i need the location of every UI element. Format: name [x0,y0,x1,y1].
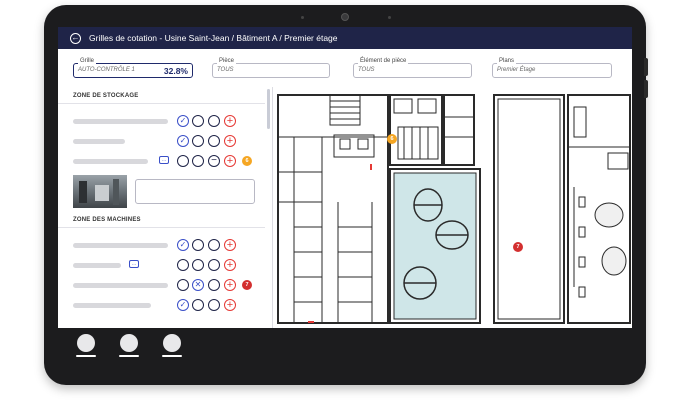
check-option-icon[interactable]: ✓ [177,115,189,127]
sensor-dot [388,16,391,19]
empty-option[interactable] [177,279,189,291]
piece-select[interactable]: Pièce TOUS [212,58,330,78]
empty-option[interactable] [208,115,220,127]
grille-label: Grille [78,58,97,64]
comment-icon[interactable]: … [159,156,169,164]
add-plus-icon[interactable]: + [224,239,236,251]
panel-divider [272,87,273,328]
bottom-navigation-bar [58,328,632,364]
criteria-label-placeholder [73,303,151,308]
add-plus-icon[interactable]: + [224,299,236,311]
section-header: ZONE DE STOCKAGE [58,90,265,104]
add-plus-icon[interactable]: + [224,279,236,291]
criteria-row: ✓ + [58,295,265,315]
header-bar: ← Grilles de cotation - Usine Saint-Jean… [58,27,632,49]
add-plus-icon[interactable]: + [224,155,236,167]
empty-option[interactable] [208,279,220,291]
criteria-row: ✓ + [58,131,265,151]
nav-indicator [119,355,139,357]
filter-bar: Grille AUTO-CONTRÔLE 1 32.8% Pièce TOUS … [58,49,632,85]
criteria-row: … − + 6 [58,151,265,171]
criteria-label-placeholder [73,159,148,164]
section-title: ZONE DES MACHINES [73,217,141,223]
empty-option[interactable] [177,259,189,271]
empty-option[interactable] [208,299,220,311]
criteria-row: ✓ + [58,235,265,255]
back-arrow-icon[interactable]: ← [70,32,81,44]
grille-score: 32.8% [163,66,188,76]
floor-plan-view[interactable]: 6 7 [274,87,632,328]
grille-value: AUTO-CONTRÔLE 1 [78,67,135,73]
volume-up-button [644,58,648,76]
comment-textarea[interactable] [135,179,255,204]
sensor-dot [301,16,304,19]
criteria-row: … + [58,255,265,275]
add-plus-icon[interactable]: + [224,259,236,271]
front-camera [341,13,349,21]
plan-marker-red[interactable]: 7 [513,242,523,252]
page-title: Grilles de cotation - Usine Saint-Jean /… [89,33,338,43]
empty-option[interactable] [192,239,204,251]
cross-option-icon[interactable]: ✕ [192,279,204,291]
check-option-icon[interactable]: ✓ [177,135,189,147]
plan-marker-orange[interactable]: 6 [387,134,397,144]
plans-label: Plans [497,58,517,64]
volume-down-button [644,80,648,98]
criteria-row: ✓ + [58,111,265,131]
nav-indicator [76,355,96,357]
grille-select[interactable]: Grille AUTO-CONTRÔLE 1 32.8% [73,58,193,78]
minus-option-icon[interactable]: − [208,155,220,167]
element-value: TOUS [358,67,375,73]
photo-count-badge[interactable]: 6 [242,156,252,166]
add-plus-icon[interactable]: + [224,115,236,127]
criteria-label-placeholder [73,243,168,248]
empty-option[interactable] [192,115,204,127]
add-plus-icon[interactable]: + [224,135,236,147]
criteria-panel: ZONE DE STOCKAGE ✓ + ✓ + … − + 6 ZONE DE… [58,87,265,328]
plans-select[interactable]: Plans Premier Étage [492,58,612,78]
empty-option[interactable] [208,239,220,251]
element-select[interactable]: Élément de pièce TOUS [353,58,472,78]
check-option-icon[interactable]: ✓ [177,239,189,251]
plans-value: Premier Étage [497,67,536,73]
piece-label: Pièce [217,58,237,64]
nav-button-1[interactable] [77,334,95,352]
criteria-label-placeholder [73,283,168,288]
nav-button-2[interactable] [120,334,138,352]
floor-plan-drawing [277,94,631,324]
empty-option[interactable] [192,259,204,271]
criteria-label-placeholder [73,263,121,268]
empty-option[interactable] [177,155,189,167]
photo-count-badge[interactable]: 7 [242,280,252,290]
nav-button-3[interactable] [163,334,181,352]
nav-indicator [162,355,182,357]
section-title: ZONE DE STOCKAGE [73,93,139,99]
criteria-label-placeholder [73,119,168,124]
app-screen: ← Grilles de cotation - Usine Saint-Jean… [58,27,632,364]
panel-scrollbar[interactable] [267,89,270,129]
element-label: Élément de pièce [358,58,409,64]
check-option-icon[interactable]: ✓ [177,299,189,311]
empty-option[interactable] [192,155,204,167]
criteria-label-placeholder [73,139,125,144]
comment-icon[interactable]: … [129,260,139,268]
attached-photo[interactable] [73,175,127,208]
empty-option[interactable] [208,259,220,271]
section-header: ZONE DES MACHINES [58,214,265,228]
empty-option[interactable] [208,135,220,147]
criteria-row: ✕ + 7 [58,275,265,295]
empty-option[interactable] [192,299,204,311]
piece-value: TOUS [217,67,234,73]
empty-option[interactable] [192,135,204,147]
